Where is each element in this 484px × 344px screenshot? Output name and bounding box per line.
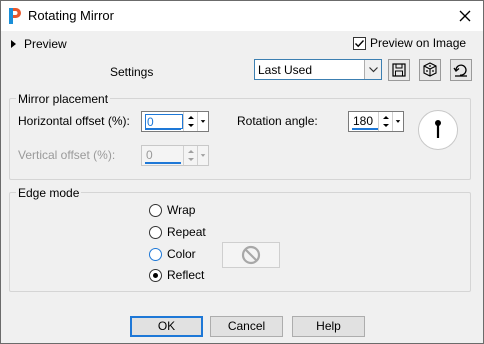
up-down-arrows-icon[interactable] — [185, 112, 197, 131]
preset-value: Last Used — [258, 63, 313, 77]
help-button[interactable]: Help — [292, 316, 365, 337]
vertical-offset-input: 0 — [146, 148, 153, 162]
horizontal-offset-label: Horizontal offset (%): — [18, 114, 130, 128]
radio-reflect[interactable]: Reflect — [149, 268, 204, 282]
radio-selected-dot — [153, 272, 158, 278]
dialog-window: Rotating Mirror Preview Preview on Image… — [0, 0, 484, 344]
save-preset-button[interactable] — [388, 59, 410, 81]
radio-color-label: Color — [167, 247, 196, 261]
checkmark-icon — [355, 39, 365, 47]
dropdown-arrow-icon[interactable] — [392, 112, 403, 131]
stepper-buttons — [183, 112, 208, 131]
settings-label: Settings — [110, 65, 154, 79]
preview-toggle[interactable]: Preview — [11, 37, 67, 51]
randomize-button[interactable] — [419, 59, 441, 81]
up-down-arrows-icon — [188, 150, 194, 161]
edge-mode-title: Edge mode — [16, 186, 82, 200]
radio-color[interactable]: Color — [149, 247, 196, 261]
rotation-angle-input[interactable]: 180 — [352, 114, 380, 129]
rotation-angle-label: Rotation angle: — [237, 114, 318, 128]
no-color-icon — [241, 245, 261, 265]
stepper-buttons — [183, 146, 208, 165]
radio-wrap[interactable]: Wrap — [149, 203, 195, 217]
preview-label: Preview — [24, 37, 67, 51]
cancel-button[interactable]: Cancel — [210, 316, 283, 337]
radio-circle[interactable] — [149, 268, 162, 282]
vertical-offset-label: Vertical offset (%): — [18, 148, 116, 162]
mirror-placement-title: Mirror placement — [16, 92, 111, 106]
up-down-arrows-icon[interactable] — [380, 112, 392, 131]
vertical-offset-stepper: 0 — [141, 145, 209, 166]
title-bar: Rotating Mirror — [1, 1, 483, 31]
window-title: Rotating Mirror — [28, 8, 114, 23]
preview-on-image-checkbox[interactable]: Preview on Image — [353, 36, 466, 50]
horizontal-offset-stepper[interactable]: 0 — [141, 111, 209, 132]
checkbox-box[interactable] — [353, 36, 366, 50]
rotation-angle-stepper[interactable]: 180 — [348, 111, 404, 132]
vertical-offset-slider-track — [145, 162, 181, 164]
reset-button[interactable] — [450, 59, 472, 81]
randomize-icon — [423, 62, 437, 77]
paintshop-icon — [9, 8, 21, 24]
horizontal-offset-input[interactable]: 0 — [145, 114, 183, 129]
radio-circle[interactable] — [149, 203, 162, 217]
horizontal-offset-slider-track[interactable] — [145, 128, 181, 130]
close-icon[interactable] — [455, 6, 475, 26]
dropdown-arrow-icon[interactable] — [197, 112, 208, 131]
radio-repeat[interactable]: Repeat — [149, 225, 206, 239]
rotation-angle-slider-track[interactable] — [352, 128, 378, 130]
radio-wrap-label: Wrap — [167, 203, 196, 217]
edge-color-swatch — [222, 242, 280, 268]
radio-circle[interactable] — [149, 225, 162, 239]
reset-icon — [453, 64, 467, 77]
dropdown-arrow-icon — [197, 146, 206, 165]
save-preset-icon — [392, 63, 406, 77]
preset-dropdown[interactable]: Last Used — [254, 59, 382, 80]
radio-reflect-label: Reflect — [167, 268, 205, 282]
chevron-down-icon[interactable] — [364, 60, 381, 79]
preview-on-image-label: Preview on Image — [370, 36, 467, 50]
angle-dial-icon[interactable] — [418, 110, 458, 150]
radio-repeat-label: Repeat — [167, 225, 206, 239]
radio-circle[interactable] — [149, 247, 162, 261]
ok-button[interactable]: OK — [130, 316, 203, 337]
stepper-buttons — [378, 112, 403, 131]
expand-arrow-icon — [11, 40, 16, 48]
